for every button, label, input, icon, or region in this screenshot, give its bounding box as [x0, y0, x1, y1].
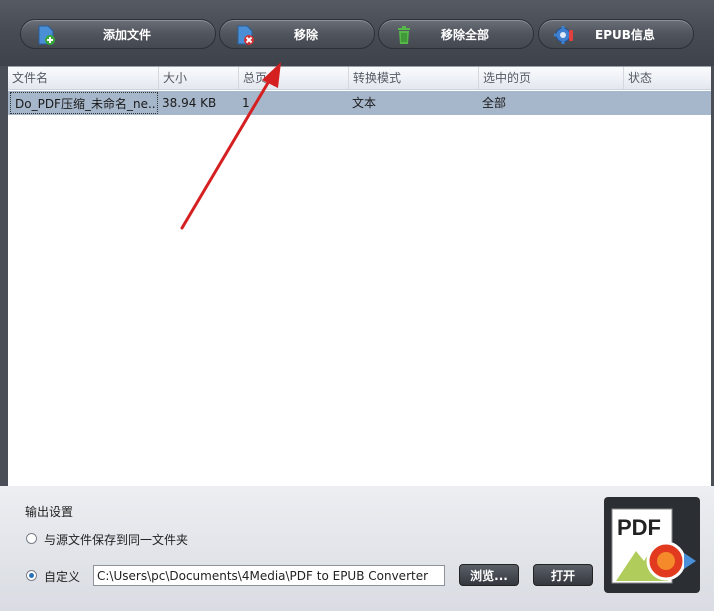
browse-button[interactable]: 浏览...: [459, 564, 519, 586]
pdf-logo-text: PDF: [617, 515, 661, 540]
output-path-field[interactable]: [93, 565, 445, 586]
same-folder-radio[interactable]: [26, 533, 37, 544]
output-settings-title: 输出设置: [25, 505, 74, 519]
same-folder-label[interactable]: 与源文件保存到同一文件夹: [44, 531, 188, 548]
custom-folder-label[interactable]: 自定义: [44, 568, 80, 585]
custom-folder-radio[interactable]: [26, 570, 37, 581]
pdf-convert-logo[interactable]: PDF: [604, 497, 700, 593]
open-button[interactable]: 打开: [533, 564, 593, 586]
